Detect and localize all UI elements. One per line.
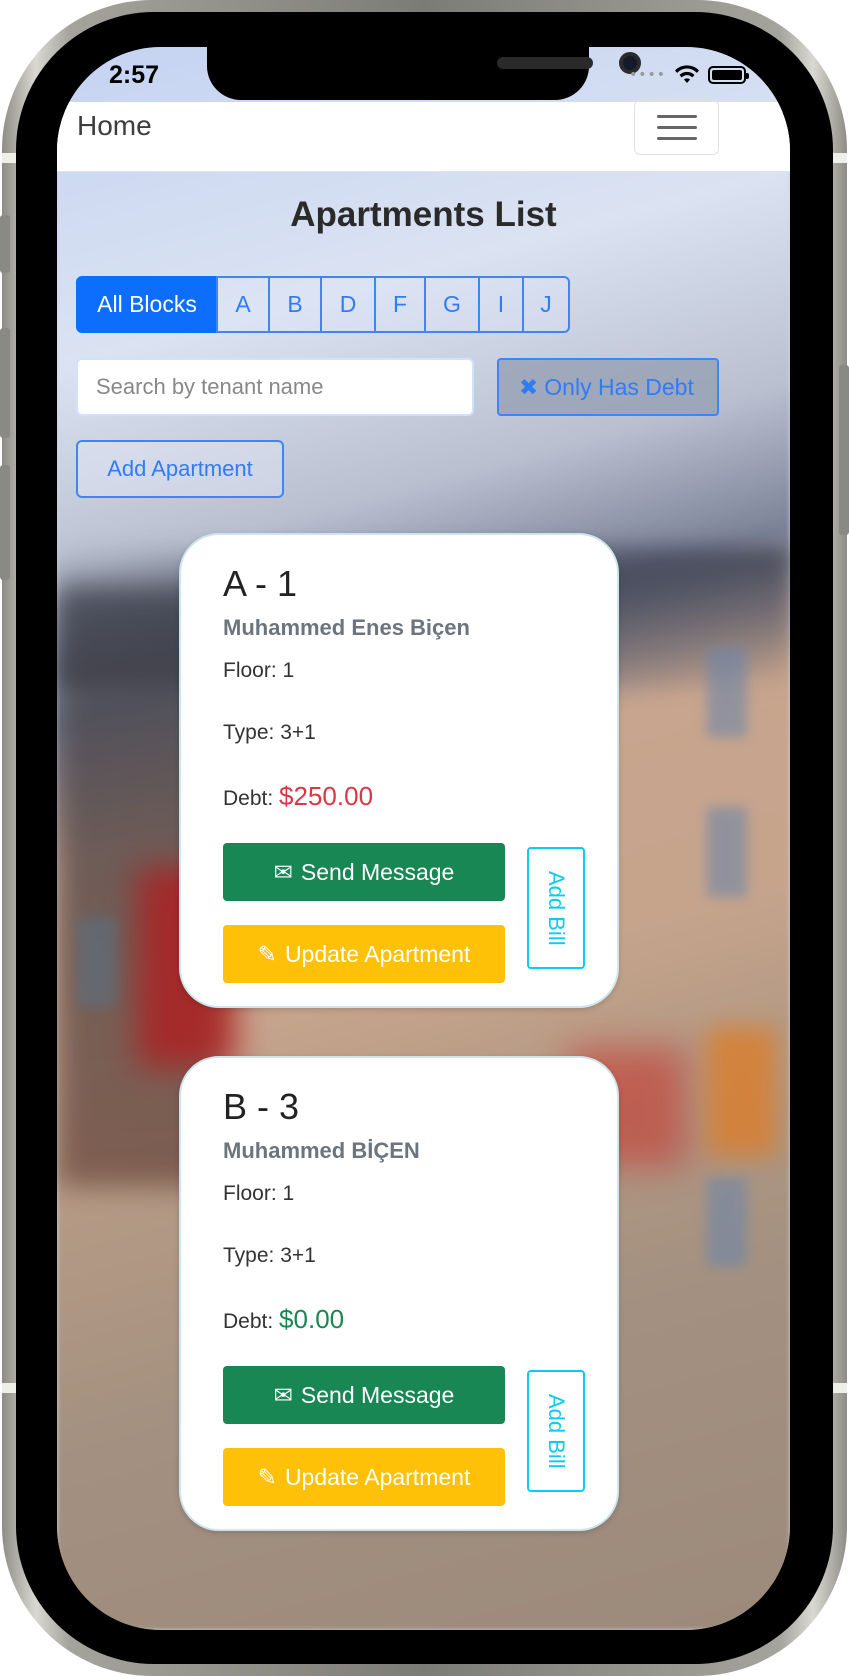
update-apartment-button[interactable]: ✎ Update Apartment: [223, 925, 505, 983]
tenant-name: Muhammed BİÇEN: [223, 1138, 420, 1163]
wifi-icon: [675, 65, 699, 83]
send-message-button[interactable]: ✉ Send Message: [223, 843, 505, 901]
antenna-line: [2, 153, 16, 163]
debt-value: $0.00: [279, 1304, 345, 1334]
volume-down-button: [0, 465, 10, 580]
speaker: [497, 57, 593, 69]
background-image: [707, 807, 747, 897]
add-bill-button[interactable]: Add Bill: [527, 847, 585, 969]
debt-row: Debt: $250.00: [223, 781, 373, 812]
type-text: Type: 3+1: [223, 1244, 316, 1267]
update-apartment-button[interactable]: ✎ Update Apartment: [223, 1448, 505, 1506]
block-filter-d[interactable]: D: [320, 276, 376, 333]
tenant-search-input[interactable]: Search by tenant name: [76, 358, 474, 416]
block-filter-i[interactable]: I: [478, 276, 524, 333]
update-apartment-label: Update Apartment: [284, 940, 471, 967]
debt-value: $250.00: [279, 781, 374, 811]
block-filter-all[interactable]: All Blocks: [76, 276, 218, 333]
background-image: [707, 647, 747, 737]
background-image: [707, 1177, 747, 1267]
apartment-card: A - 1 Muhammed Enes Biçen Floor: 1 Type:…: [179, 533, 619, 1008]
block-filter-a[interactable]: A: [216, 276, 270, 333]
navbar: Home: [57, 100, 790, 172]
status-time: 2:57: [109, 61, 160, 89]
send-message-label: Send Message: [300, 858, 455, 885]
apartment-title: B - 3: [223, 1086, 300, 1127]
antenna-line: [833, 153, 847, 163]
hamburger-icon: [656, 126, 697, 129]
antenna-line: [833, 1383, 847, 1393]
block-filter-j[interactable]: J: [522, 276, 570, 333]
floor-text: Floor: 1: [223, 659, 295, 682]
volume-up-button: [0, 328, 10, 438]
antenna-line: [2, 1383, 16, 1393]
notch: [207, 47, 641, 100]
add-bill-label: Add Bill: [544, 1393, 569, 1469]
close-icon: ✖: [519, 373, 539, 400]
add-apartment-button[interactable]: Add Apartment: [76, 440, 284, 498]
hamburger-icon: [656, 137, 697, 140]
screen: 2:57 •••• Home Apartments List All Block…: [57, 47, 790, 1630]
battery-icon: [708, 66, 749, 84]
debt-label: Debt:: [223, 787, 274, 810]
background-image: [707, 1027, 777, 1157]
only-has-debt-label: Only Has Debt: [544, 373, 694, 400]
block-filter-f[interactable]: F: [374, 276, 426, 333]
mute-switch: [0, 215, 10, 273]
signal-icon: ••••: [628, 67, 666, 83]
status-icons: ••••: [628, 65, 749, 85]
floor-text: Floor: 1: [223, 1182, 295, 1205]
tenant-name: Muhammed Enes Biçen: [223, 615, 470, 640]
block-filter-group: All Blocks A B D F G I J: [76, 276, 570, 333]
apartment-card: B - 3 Muhammed BİÇEN Floor: 1 Type: 3+1 …: [179, 1056, 619, 1531]
background-image: [77, 917, 117, 1007]
only-has-debt-toggle[interactable]: ✖ Only Has Debt: [497, 358, 719, 416]
pencil-icon: ✎: [257, 940, 277, 967]
menu-toggle-button[interactable]: [634, 100, 719, 155]
apartment-title: A - 1: [223, 563, 298, 604]
debt-row: Debt: $0.00: [223, 1304, 344, 1335]
add-bill-button[interactable]: Add Bill: [527, 1370, 585, 1492]
block-filter-g[interactable]: G: [424, 276, 480, 333]
debt-label: Debt:: [223, 1310, 274, 1333]
envelope-icon: ✉: [273, 1381, 293, 1408]
send-message-label: Send Message: [300, 1381, 455, 1408]
send-message-button[interactable]: ✉ Send Message: [223, 1366, 505, 1424]
hamburger-icon: [656, 115, 697, 118]
update-apartment-label: Update Apartment: [284, 1463, 471, 1490]
add-bill-label: Add Bill: [544, 870, 569, 946]
nav-home-link[interactable]: Home: [77, 110, 152, 142]
pencil-icon: ✎: [257, 1463, 277, 1490]
envelope-icon: ✉: [273, 858, 293, 885]
type-text: Type: 3+1: [223, 721, 316, 744]
block-filter-b[interactable]: B: [268, 276, 322, 333]
power-button: [839, 365, 849, 535]
page-title: Apartments List: [290, 195, 557, 234]
